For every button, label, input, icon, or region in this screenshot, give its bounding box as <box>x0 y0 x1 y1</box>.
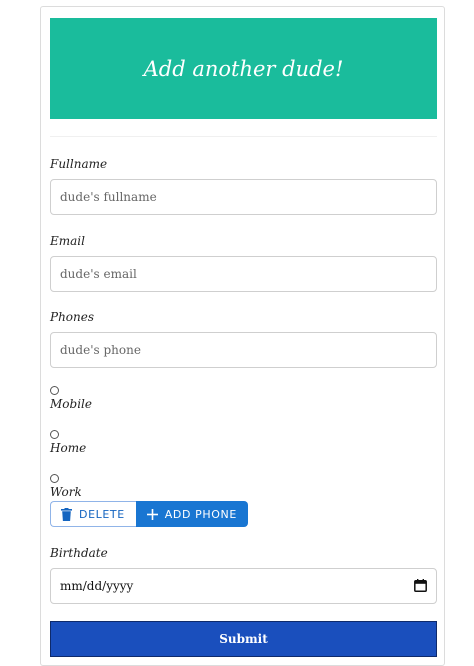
divider <box>50 136 437 137</box>
add-phone-button-label: ADD PHONE <box>164 507 237 521</box>
email-input[interactable]: dude's email <box>50 256 437 292</box>
fullname-label: Fullname <box>50 157 108 171</box>
phone-input[interactable]: dude's phone <box>50 332 437 368</box>
delete-phone-button[interactable]: DELETE <box>50 501 136 527</box>
phones-label: Phones <box>50 310 95 324</box>
birthdate-label: Birthdate <box>50 546 108 560</box>
phone-button-group: DELETE ADD PHONE <box>50 501 248 527</box>
radio-label-mobile: Mobile <box>50 397 92 411</box>
form-title: Add another dude! <box>143 56 344 81</box>
radio-label-work: Work <box>50 485 82 499</box>
fullname-placeholder: dude's fullname <box>60 190 157 204</box>
email-placeholder: dude's email <box>60 267 137 281</box>
birthdate-input[interactable]: mm/dd/yyyy <box>50 568 437 604</box>
submit-button[interactable]: Submit <box>50 621 437 657</box>
birthdate-value: mm/dd/yyyy <box>60 579 134 593</box>
submit-button-label: Submit <box>219 632 268 646</box>
email-label: Email <box>50 234 85 248</box>
delete-button-label: DELETE <box>79 507 125 521</box>
fullname-input[interactable]: dude's fullname <box>50 179 437 215</box>
phone-placeholder: dude's phone <box>60 343 141 357</box>
radio-mobile[interactable] <box>50 386 59 395</box>
add-dude-form-card: Add another dude! Fullname dude's fullna… <box>40 6 445 666</box>
add-phone-button[interactable]: ADD PHONE <box>135 501 248 527</box>
form-header: Add another dude! <box>50 18 437 119</box>
radio-home[interactable] <box>50 430 59 439</box>
plus-icon <box>146 508 158 520</box>
radio-work[interactable] <box>50 474 59 483</box>
radio-label-home: Home <box>50 441 87 455</box>
trash-icon <box>61 507 72 521</box>
calendar-icon[interactable] <box>414 577 427 596</box>
